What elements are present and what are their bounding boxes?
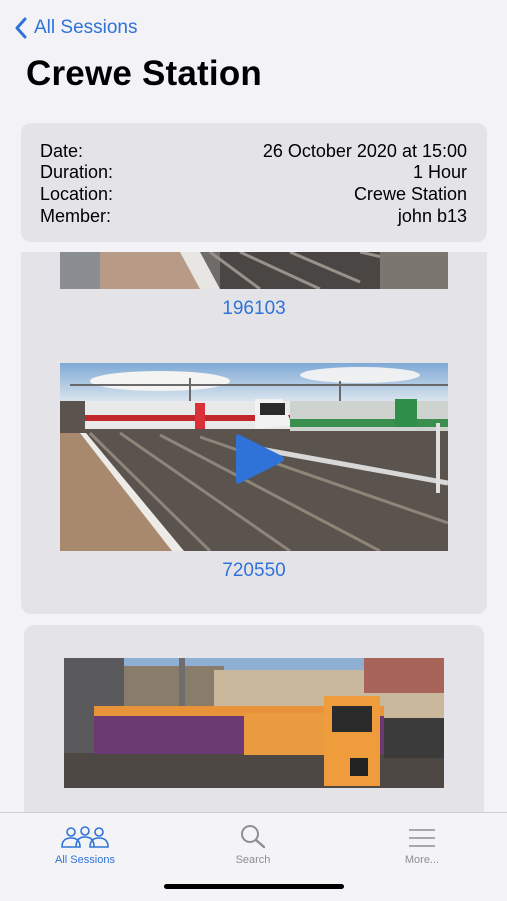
tab-label-more: More... bbox=[404, 854, 440, 866]
info-row-duration: Duration: 1 Hour bbox=[40, 161, 467, 183]
info-row-location: Location: Crewe Station bbox=[40, 183, 467, 205]
location-value: Crewe Station bbox=[353, 183, 467, 204]
date-label: Date: bbox=[40, 140, 84, 161]
info-row-date: Date: 26 October 2020 at 15:00 bbox=[40, 140, 467, 162]
info-row-member: Member: john b13 bbox=[40, 205, 467, 227]
platform-image bbox=[60, 252, 448, 289]
video-list[interactable]: 196103 720550 bbox=[21, 252, 487, 614]
member-label: Member: bbox=[40, 205, 112, 226]
back-label: All Sessions bbox=[34, 17, 138, 38]
member-value: john b13 bbox=[397, 205, 467, 226]
tab-all-sessions[interactable]: All Sessions bbox=[20, 813, 150, 873]
duration-value: 1 Hour bbox=[412, 161, 467, 182]
tab-label-all-sessions: All Sessions bbox=[55, 854, 115, 866]
purple-train-image bbox=[64, 658, 444, 788]
back-button[interactable]: All Sessions bbox=[14, 14, 138, 42]
page-title: Crewe Station bbox=[26, 54, 262, 93]
tab-more[interactable]: More... bbox=[357, 813, 487, 873]
video-thumbnail-720550[interactable] bbox=[60, 363, 448, 551]
home-indicator[interactable] bbox=[164, 884, 344, 889]
video-card-3[interactable] bbox=[24, 625, 484, 815]
chevron-left-icon bbox=[15, 17, 27, 39]
video-thumbnail-3[interactable] bbox=[64, 658, 444, 788]
play-icon[interactable] bbox=[230, 433, 286, 485]
search-icon bbox=[241, 825, 266, 849]
tab-search[interactable]: Search bbox=[188, 813, 318, 873]
location-label: Location: bbox=[40, 183, 114, 204]
date-value: 26 October 2020 at 15:00 bbox=[262, 140, 467, 161]
duration-label: Duration: bbox=[40, 161, 114, 182]
video-caption-720550[interactable]: 720550 bbox=[21, 560, 487, 582]
video-thumbnail-196103[interactable] bbox=[60, 252, 448, 289]
more-lines-icon bbox=[409, 829, 435, 847]
tab-label-search: Search bbox=[235, 854, 271, 866]
people-icon bbox=[61, 826, 109, 848]
session-info-card: Date: 26 October 2020 at 15:00 Duration:… bbox=[21, 123, 487, 242]
video-caption-196103[interactable]: 196103 bbox=[21, 298, 487, 320]
